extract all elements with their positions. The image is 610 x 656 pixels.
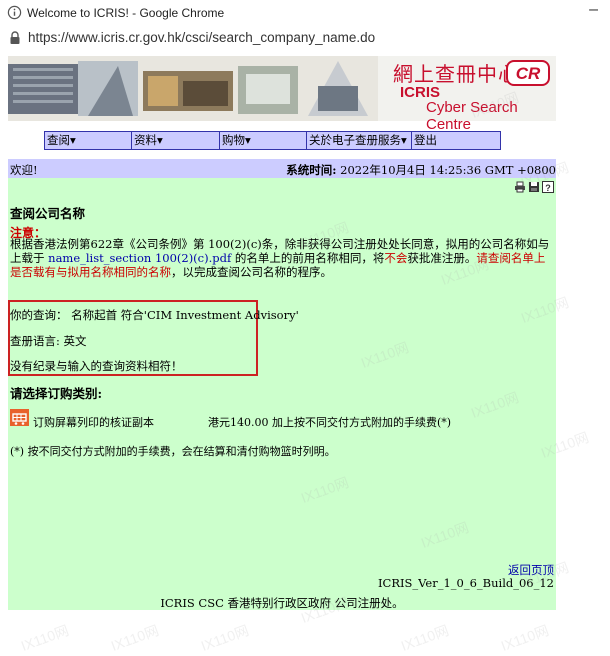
menu-item-information[interactable]: 资料▾ <box>132 132 220 149</box>
system-time-label: 系统时间: <box>286 163 337 177</box>
browser-title-bar: Welcome to ICRIS! - Google Chrome – <box>0 0 610 28</box>
banner-subtitle: Cyber Search Centre <box>426 99 518 133</box>
cr-logo: CR <box>506 60 550 86</box>
no-result-message: 没有纪录与输入的查询资料相符！ <box>10 359 183 373</box>
version-text: ICRIS_Ver_1_0_6_Build_06_12 <box>377 576 554 590</box>
watermark-text: IX110网 <box>108 622 161 654</box>
note-paragraph: 根据香港法例第622章《公司条例》第 100(2)(c)条，除非获得公司注册处处… <box>10 237 554 279</box>
icris-banner: 網上查冊中心 ICRIS Cyber Search Centre CR <box>8 56 556 133</box>
order-item-label[interactable]: 订购屏幕列印的核证副本 <box>33 414 154 430</box>
main-menu-bar: 查阅▾ 资料▾ 购物▾ 关於电子查册服务▾ 登出 <box>44 131 501 150</box>
note-text-2: 的名单上的前用名称相同，将 <box>231 251 385 265</box>
greeting-bar: 欢迎! 系统时间: 2022年10月4日 14:25:36 GMT +0800 <box>8 159 556 178</box>
banner-chinese-title: 網上查冊中心 <box>393 62 519 86</box>
system-time-value: 2022年10月4日 14:25:36 GMT +0800 <box>340 163 556 177</box>
chrome-page-icon <box>7 5 22 20</box>
svg-text:?: ? <box>545 183 551 193</box>
svg-text:CR: CR <box>516 64 541 83</box>
note-text-3: 获批准注册。 <box>407 251 477 265</box>
help-icon[interactable]: ? <box>542 181 554 193</box>
note-text-4: ，以完成查阅公司名称的程序。 <box>171 265 332 279</box>
lock-icon <box>10 31 20 44</box>
url-text[interactable]: https://www.icris.cr.gov.hk/csci/search_… <box>28 30 375 45</box>
menu-item-search[interactable]: 查阅▾ <box>45 132 132 149</box>
main-content: ? 查阅公司名称 注意： 根据香港法例第622章《公司条例》第 100(2)(c… <box>8 178 556 610</box>
minimize-button[interactable]: – <box>589 1 598 19</box>
shopping-cart-icon[interactable] <box>10 409 29 426</box>
menu-item-about-service[interactable]: 关於电子查册服务▾ <box>307 132 412 149</box>
page-title: 查阅公司名称 <box>10 206 86 221</box>
order-section-title: 请选择订购类别: <box>10 386 103 401</box>
watermark-text: IX110网 <box>198 622 251 654</box>
name-list-pdf-link[interactable]: name_list_section 100(2)(c).pdf <box>48 251 231 265</box>
page-tools: ? <box>514 181 554 193</box>
print-icon[interactable] <box>514 181 526 193</box>
fee-footnote: (*) 按不同交付方式附加的手续费，会在结算和清付购物篮时列明。 <box>10 445 336 458</box>
banner-photo-collage <box>8 56 378 121</box>
system-time: 系统时间: 2022年10月4日 14:25:36 GMT +0800 <box>286 162 556 178</box>
order-item-fee: 港元140.00 加上按不同交付方式附加的手续费(*) <box>208 416 452 429</box>
save-icon[interactable] <box>528 181 540 193</box>
watermark-text: IX110网 <box>498 622 551 654</box>
address-bar[interactable]: https://www.icris.cr.gov.hk/csci/search_… <box>0 27 610 50</box>
window-title: Welcome to ICRIS! - Google Chrome <box>27 6 225 20</box>
page-footer: ICRIS CSC 香港特别行政区政府 公司注册处。 <box>160 596 404 610</box>
query-line: 你的查询： 名称起首 符合'CIM Investment Advisory' <box>10 308 299 322</box>
menu-item-logout[interactable]: 登出 <box>412 132 500 149</box>
menu-item-shopping[interactable]: 购物▾ <box>220 132 307 149</box>
watermark-text: IX110网 <box>18 622 71 654</box>
watermark-text: IX110网 <box>398 622 451 654</box>
search-language-line: 查册语言: 英文 <box>10 334 87 348</box>
note-not: 不会 <box>384 251 408 265</box>
welcome-text: 欢迎! <box>10 163 38 177</box>
